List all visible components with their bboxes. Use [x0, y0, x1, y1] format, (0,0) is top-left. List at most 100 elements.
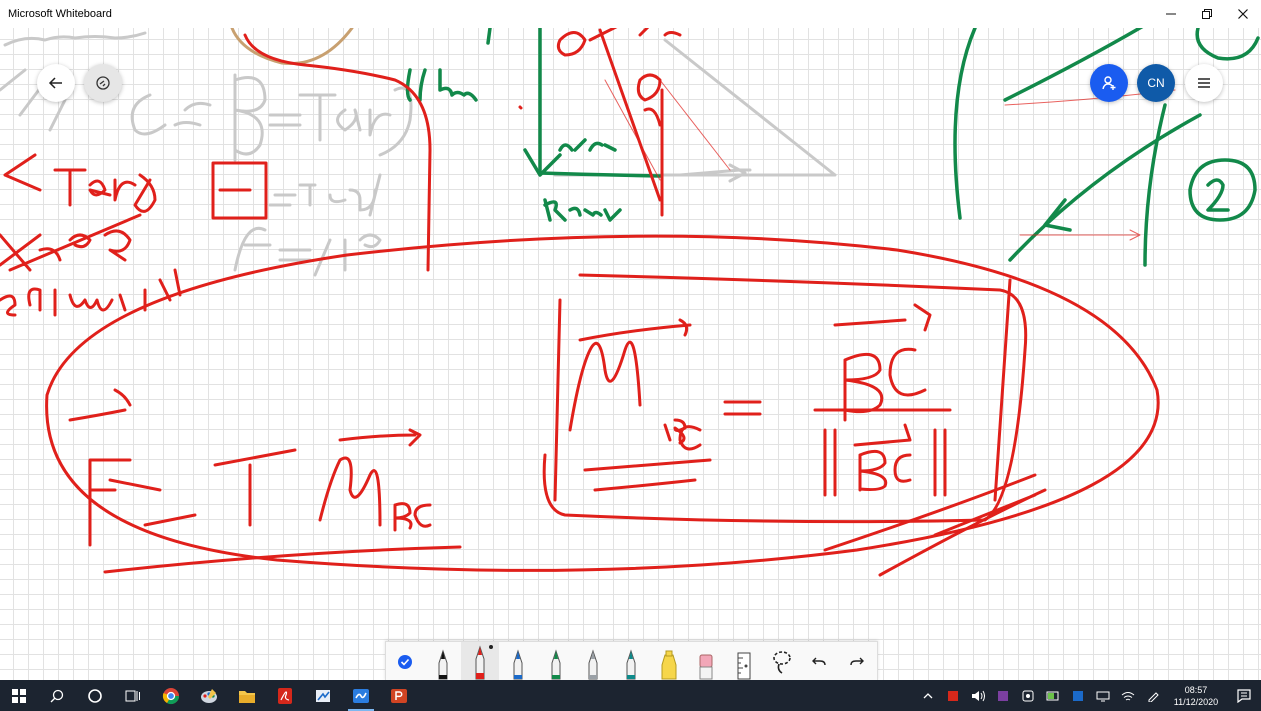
taskbar-acrobat[interactable] [266, 680, 304, 711]
clock[interactable]: 08:57 11/12/2020 [1165, 684, 1227, 708]
tray-display[interactable] [1065, 680, 1090, 711]
paint-icon [201, 688, 217, 703]
close-button[interactable] [1225, 0, 1261, 28]
minimize-button[interactable] [1153, 0, 1189, 28]
taskbar-powerpoint[interactable] [380, 680, 418, 711]
window-controls [1153, 0, 1261, 28]
notification-icon [1237, 688, 1251, 703]
volume-icon [971, 690, 985, 701]
tool-redo[interactable] [838, 642, 876, 681]
ink-layer [0, 28, 1260, 577]
pen-icon [513, 649, 523, 680]
battery-icon [1046, 691, 1058, 700]
restore-button[interactable] [1189, 0, 1225, 28]
taskbar-chrome[interactable] [152, 680, 190, 711]
pen-icon [626, 649, 636, 680]
search-button[interactable] [38, 680, 76, 711]
pen-icon [588, 649, 598, 680]
highlighter-icon [661, 650, 677, 680]
gray-ink-strokes [0, 31, 837, 277]
tool-undo[interactable] [801, 642, 839, 681]
restore-icon [1202, 9, 1212, 19]
show-hidden-icons[interactable] [915, 680, 940, 711]
pen-tray-icon [1148, 691, 1159, 702]
tray-wifi[interactable] [1115, 680, 1140, 711]
invite-button[interactable] [1090, 64, 1128, 102]
onenote-tray-icon [997, 690, 1008, 701]
pen-icon [551, 649, 561, 680]
undo-icon [812, 657, 827, 665]
tool-red-pen[interactable] [461, 642, 500, 681]
search-icon [50, 689, 64, 702]
start-button[interactable] [0, 680, 38, 711]
chevron-up-icon [923, 692, 932, 698]
snip-icon [316, 689, 330, 702]
tray-pen[interactable] [1140, 680, 1165, 711]
app-tray-icon [947, 690, 958, 701]
action-center-button[interactable] [1227, 688, 1261, 703]
ruler-icon [737, 652, 751, 680]
tray-battery[interactable] [1040, 680, 1065, 711]
display-icon [1072, 690, 1083, 701]
tray-app-2[interactable] [1015, 680, 1040, 711]
tool-gray-pen[interactable] [574, 642, 612, 681]
taskbar: 08:57 11/12/2020 [0, 680, 1261, 711]
title-bar: Microsoft Whiteboard [0, 0, 1261, 28]
ink-toolbar [385, 641, 878, 681]
tray-app-1[interactable] [940, 680, 965, 711]
tool-black-pen[interactable] [424, 642, 462, 681]
tray-app-icon [1022, 690, 1033, 701]
clock-time: 08:57 [1184, 684, 1208, 695]
avatar[interactable]: CN [1137, 64, 1175, 102]
red-ink-strokes [0, 28, 1160, 577]
share-link-icon [96, 76, 110, 90]
redo-icon [850, 657, 865, 665]
whiteboard-icon [353, 688, 369, 703]
task-view-button[interactable] [114, 680, 152, 711]
tool-lasso[interactable] [763, 642, 801, 681]
arrow-left-icon [48, 77, 62, 89]
eraser-icon [699, 654, 713, 680]
green-ink-strokes [405, 28, 1260, 267]
tool-teal-pen[interactable] [612, 642, 650, 681]
checkmark-icon [397, 654, 412, 669]
lasso-icon [772, 650, 791, 674]
cortana-button[interactable] [76, 680, 114, 711]
selected-dot [489, 645, 494, 649]
acrobat-icon [278, 687, 292, 704]
back-button[interactable] [37, 64, 75, 102]
whiteboard-canvas[interactable] [0, 28, 1261, 680]
taskbar-paint[interactable] [190, 680, 228, 711]
tool-highlighter[interactable] [650, 642, 688, 681]
share-link-button[interactable] [84, 64, 122, 102]
tool-blue-pen[interactable] [499, 642, 537, 681]
menu-button[interactable] [1185, 64, 1223, 102]
taskbar-snip[interactable] [304, 680, 342, 711]
tool-eraser[interactable] [688, 642, 726, 681]
system-tray: 08:57 11/12/2020 [915, 680, 1261, 711]
tool-green-pen[interactable] [537, 642, 575, 681]
file-explorer-icon [239, 690, 255, 703]
chrome-icon [162, 687, 180, 704]
close-icon [1238, 9, 1248, 19]
powerpoint-icon [391, 688, 407, 703]
tool-ruler[interactable] [725, 642, 763, 681]
minimize-icon [1166, 13, 1176, 15]
thin-red-strokes [604, 79, 1176, 241]
taskbar-file-explorer[interactable] [228, 680, 266, 711]
network-icon [1096, 691, 1109, 701]
task-view-icon [125, 690, 140, 701]
pen-icon [438, 649, 448, 680]
clock-date: 11/12/2020 [1173, 696, 1219, 707]
windows-logo-icon [12, 688, 26, 703]
wifi-icon [1121, 691, 1134, 700]
add-person-icon [1102, 76, 1116, 90]
tray-onenote[interactable] [990, 680, 1015, 711]
tray-network[interactable] [1090, 680, 1115, 711]
tray-volume[interactable] [965, 680, 990, 711]
taskbar-whiteboard[interactable] [342, 680, 380, 711]
window-title: Microsoft Whiteboard [8, 8, 112, 20]
tool-check[interactable] [386, 642, 424, 681]
pen-icon [475, 645, 485, 680]
cortana-circle-icon [88, 688, 102, 703]
